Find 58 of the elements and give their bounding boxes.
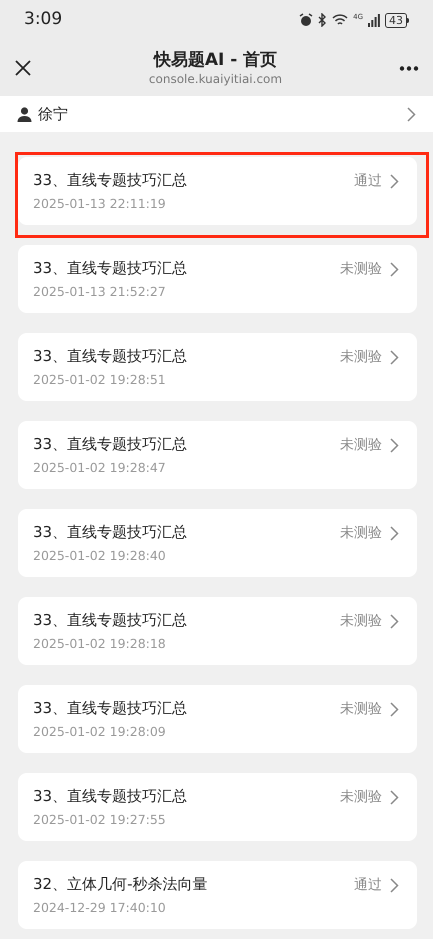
quiz-date: 2025-01-02 19:28:51 [33, 372, 167, 388]
quiz-title: 33、直线专题技巧汇总 [33, 434, 188, 454]
chevron-right-icon [390, 262, 399, 276]
wifi-icon [332, 14, 348, 26]
quiz-status: 通过 [354, 172, 382, 190]
signal-icon [368, 14, 380, 26]
quiz-date: 2025-01-02 19:28:18 [33, 636, 167, 652]
chevron-right-icon [390, 878, 399, 892]
quiz-status: 未测验 [340, 524, 382, 542]
status-time: 3:09 [24, 8, 62, 32]
quiz-date: 2025-01-02 19:27:55 [33, 812, 167, 828]
quiz-status: 未测验 [340, 436, 382, 454]
quiz-date: 2025-01-02 19:28:09 [33, 724, 167, 740]
quiz-title: 33、直线专题技巧汇总 [33, 786, 188, 806]
quiz-card[interactable]: 33、直线专题技巧汇总 2025-01-02 19:28:18 未测验 [18, 597, 417, 665]
quiz-title: 33、直线专题技巧汇总 [33, 522, 188, 542]
chevron-right-icon [390, 526, 399, 540]
chevron-right-icon [407, 106, 416, 122]
page-title: 快易题AI - 首页 [154, 49, 278, 71]
quiz-status: 通过 [354, 876, 382, 894]
chevron-right-icon [390, 174, 399, 188]
quiz-title: 33、直线专题技巧汇总 [33, 258, 188, 278]
quiz-card[interactable]: 33、直线专题技巧汇总 2025-01-02 19:28:47 未测验 [18, 421, 417, 489]
quiz-card[interactable]: 33、直线专题技巧汇总 2025-01-02 19:28:40 未测验 [18, 509, 417, 577]
quiz-status: 未测验 [340, 612, 382, 630]
chevron-right-icon [390, 614, 399, 628]
quiz-status: 未测验 [340, 700, 382, 718]
bluetooth-icon [318, 13, 328, 27]
quiz-title: 33、直线专题技巧汇总 [33, 610, 188, 630]
quiz-status: 未测验 [340, 260, 382, 278]
person-icon [17, 106, 32, 122]
quiz-title: 32、立体几何-秒杀法向量 [33, 874, 208, 894]
page-url: console.kuaiyitiai.com [148, 71, 282, 87]
quiz-title: 33、直线专题技巧汇总 [33, 170, 188, 190]
quiz-card[interactable]: 33、直线专题技巧汇总 2025-01-02 19:28:09 未测验 [18, 685, 417, 753]
chevron-right-icon [390, 790, 399, 804]
close-icon [14, 59, 32, 77]
quiz-status: 未测验 [340, 348, 382, 366]
chevron-right-icon [390, 702, 399, 716]
quiz-date: 2025-01-13 22:11:19 [33, 196, 167, 212]
quiz-date: 2025-01-02 19:28:47 [33, 460, 167, 476]
quiz-title: 33、直线专题技巧汇总 [33, 346, 188, 366]
battery-indicator: 43 [385, 12, 409, 28]
quiz-title: 33、直线专题技巧汇总 [33, 698, 188, 718]
alarm-icon [299, 13, 314, 27]
quiz-card[interactable]: 33、直线专题技巧汇总 2025-01-02 19:28:51 未测验 [18, 333, 417, 401]
more-icon [399, 66, 419, 70]
quiz-status: 未测验 [340, 788, 382, 806]
chevron-right-icon [390, 350, 399, 364]
quiz-card[interactable]: 33、直线专题技巧汇总 2025-01-02 19:27:55 未测验 [18, 773, 417, 841]
user-row[interactable]: 徐宁 [0, 96, 433, 132]
quiz-date: 2025-01-13 21:52:27 [33, 284, 167, 300]
quiz-card[interactable]: 33、直线专题技巧汇总 2025-01-13 21:52:27 未测验 [18, 245, 417, 313]
quiz-date: 2024-12-29 17:40:10 [33, 900, 167, 916]
chevron-right-icon [390, 438, 399, 452]
quiz-date: 2025-01-02 19:28:40 [33, 548, 167, 564]
quiz-card[interactable]: 32、立体几何-秒杀法向量 2024-12-29 17:40:10 通过 [18, 861, 417, 929]
quiz-card[interactable]: 33、直线专题技巧汇总 2025-01-13 22:11:19 通过 [18, 157, 417, 225]
